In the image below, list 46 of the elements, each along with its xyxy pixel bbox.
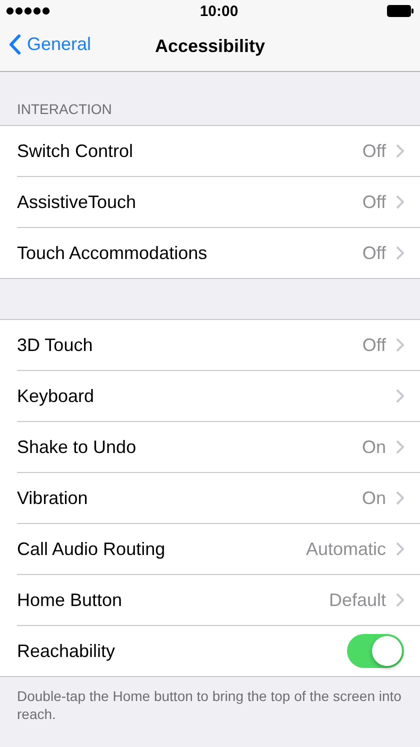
chevron-right-icon	[396, 195, 404, 209]
setting-value: On	[362, 488, 386, 508]
settings-row[interactable]: Home Button Default	[0, 575, 420, 625]
settings-row[interactable]: Reachability	[0, 626, 420, 676]
screen-title: Accessibility	[154, 36, 266, 57]
settings-row[interactable]: Vibration On	[0, 473, 420, 523]
settings-row[interactable]: Shake to Undo On	[0, 422, 420, 472]
chevron-right-icon	[396, 593, 404, 607]
setting-label: Shake to Undo	[17, 436, 138, 458]
setting-value: Default	[328, 590, 386, 610]
setting-label: Touch Accommodations	[17, 242, 208, 264]
chevron-right-icon	[396, 246, 404, 260]
setting-label: 3D Touch	[17, 334, 94, 356]
settings-row[interactable]: Keyboard	[0, 371, 420, 421]
settings-row[interactable]: AssistiveTouch Off	[0, 177, 420, 227]
setting-value: Off	[362, 140, 386, 162]
settings-row[interactable]: 3D Touch Off	[0, 320, 420, 370]
setting-label: Home Button	[17, 590, 124, 610]
chevron-right-icon	[396, 491, 404, 505]
setting-label: Call Audio Routing	[17, 538, 166, 560]
setting-value: Off	[362, 192, 386, 212]
setting-label: Vibration	[17, 488, 89, 508]
setting-value: On	[362, 436, 386, 458]
battery-icon	[387, 5, 414, 17]
chevron-right-icon	[396, 144, 404, 158]
section-header: INTERACTION	[16, 100, 113, 119]
chevron-right-icon	[396, 542, 404, 556]
setting-value: Off	[362, 242, 386, 264]
settings-row[interactable]: Touch Accommodations Off	[0, 228, 420, 278]
setting-value: Automatic	[306, 538, 386, 560]
signal-strength-icon	[6, 7, 51, 15]
chevron-right-icon	[396, 389, 404, 403]
setting-label: Keyboard	[17, 386, 96, 406]
chevron-right-icon	[396, 440, 404, 454]
chevron-left-icon	[8, 34, 21, 55]
setting-label: AssistiveTouch	[17, 192, 138, 212]
setting-label: Switch Control	[17, 140, 134, 162]
setting-value: Off	[362, 334, 386, 356]
back-button[interactable]: General	[8, 34, 92, 55]
chevron-right-icon	[396, 338, 404, 352]
toggle-switch[interactable]	[347, 634, 404, 668]
section-footer: Double-tap the Home button to bring the top of the screen into reach.	[0, 677, 420, 733]
status-time: 10:00	[200, 2, 238, 20]
settings-row[interactable]: Switch Control Off	[0, 126, 420, 176]
setting-label: Reachability	[17, 640, 116, 662]
settings-row[interactable]: Call Audio Routing Automatic	[0, 524, 420, 574]
